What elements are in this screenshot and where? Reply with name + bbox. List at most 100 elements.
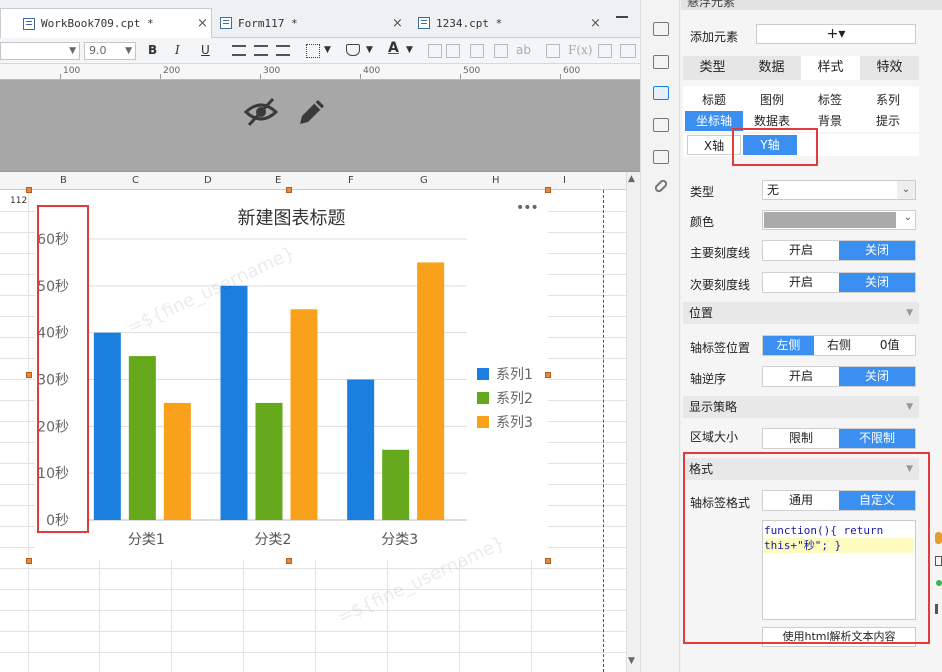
chart-menu-icon[interactable]: ••• [516, 200, 539, 216]
subtab-series[interactable]: 系列 [859, 90, 917, 110]
tab-1234[interactable]: 1234.cpt * × [412, 8, 608, 38]
text-format-icon[interactable] [494, 44, 508, 58]
edit-pencil-icon[interactable] [296, 96, 328, 128]
tray-icon[interactable] [935, 532, 942, 544]
tray-icon[interactable] [935, 556, 942, 566]
section-title: 位置 [689, 306, 714, 320]
align-left-icon[interactable] [232, 45, 246, 56]
chevron-down-icon[interactable]: ▼ [366, 45, 373, 55]
insert-row-icon[interactable] [428, 44, 442, 58]
pos-zero[interactable]: 0值 [864, 336, 915, 355]
vertical-scrollbar[interactable]: ▲ ▼ [626, 172, 640, 672]
chevron-down-icon[interactable]: ▼ [324, 45, 331, 55]
resize-handle[interactable] [26, 558, 32, 564]
fill-color-icon[interactable] [346, 44, 360, 56]
italic-button[interactable]: I [175, 43, 180, 57]
align-right-icon[interactable] [276, 45, 290, 56]
insert-chart-icon[interactable] [546, 44, 560, 58]
subtab-label[interactable]: 标签 [801, 90, 859, 110]
float-element-icon[interactable] [653, 86, 669, 100]
insert-col-icon[interactable] [446, 44, 460, 58]
minor-tick-label: 次要刻度线 [690, 278, 751, 292]
close-icon[interactable]: × [590, 16, 601, 31]
bold-button[interactable]: B [148, 43, 157, 57]
tab-effect[interactable]: 特效 [860, 56, 919, 80]
collapse-icon: ▼ [906, 308, 913, 318]
font-family-select[interactable]: ▼ [0, 42, 80, 60]
formula-button[interactable]: F(x) [568, 43, 592, 57]
major-tick-toggle[interactable]: 开启 关闭 [762, 240, 916, 261]
column-label: F [348, 175, 354, 186]
area-size-toggle[interactable]: 限制 不限制 [762, 428, 916, 449]
tab-form117[interactable]: Form117 * × [214, 8, 410, 38]
chart-container[interactable]: 0秒 10秒 20秒 30秒 40秒 50秒 60秒 分类1 分类2 分类3 系列1 系列2 系列3… [35, 190, 548, 560]
chevron-down-icon[interactable]: ▼ [406, 45, 413, 55]
bar-系列2-分类3 [382, 449, 410, 520]
color-picker[interactable]: ⌄ [762, 210, 916, 230]
resize-handle[interactable] [545, 558, 551, 564]
legend-swatch [477, 416, 489, 428]
subtab-title[interactable]: 标题 [685, 90, 743, 110]
font-color-button[interactable]: A [388, 40, 399, 56]
volume-icon[interactable] [935, 604, 942, 614]
close-icon[interactable]: × [197, 16, 208, 31]
widget-icon[interactable] [653, 118, 669, 132]
add-element-button[interactable]: +▾ [756, 24, 916, 44]
resize-handle[interactable] [286, 558, 292, 564]
position-section[interactable]: 位置 ▼ [683, 302, 919, 324]
axis-reverse-label: 轴逆序 [690, 372, 727, 386]
tab-menu-icon[interactable] [616, 16, 628, 26]
reverse-on[interactable]: 开启 [763, 367, 839, 386]
reverse-off[interactable]: 关闭 [839, 367, 915, 386]
align-center-icon[interactable] [254, 45, 268, 56]
area-no-limit[interactable]: 不限制 [839, 429, 915, 448]
tab-style[interactable]: 样式 [801, 56, 860, 80]
tab-workbook709[interactable]: WorkBook709.cpt * × [0, 8, 212, 38]
type-select[interactable]: 无 ⌄ [762, 180, 916, 200]
resize-handle[interactable] [26, 187, 32, 193]
area-limit[interactable]: 限制 [763, 429, 839, 448]
scroll-up-icon[interactable]: ▲ [628, 174, 635, 184]
hide-eye-icon[interactable] [243, 96, 279, 128]
bar-系列3-分类1 [163, 402, 191, 520]
tray-icon[interactable] [936, 580, 942, 586]
resize-handle[interactable] [545, 187, 551, 193]
resize-handle[interactable] [26, 372, 32, 378]
font-size-select[interactable]: 9.0 ▼ [84, 42, 136, 60]
insert-image-icon[interactable] [598, 44, 612, 58]
bar-系列3-分类2 [290, 309, 318, 520]
subtab-legend[interactable]: 图例 [743, 90, 801, 110]
merge-cells-icon[interactable] [470, 44, 484, 58]
close-icon[interactable]: × [392, 16, 403, 31]
pos-right[interactable]: 右侧 [814, 336, 865, 355]
bar-系列3-分类3 [417, 262, 445, 520]
annotation-box [683, 452, 930, 644]
major-tick-off[interactable]: 关闭 [839, 241, 915, 260]
condition-icon[interactable] [653, 150, 669, 164]
tab-data[interactable]: 数据 [742, 56, 801, 80]
axis-reverse-toggle[interactable]: 开启 关闭 [762, 366, 916, 387]
axis-label-pos-toggle[interactable]: 左侧 右侧 0值 [762, 335, 916, 356]
border-icon[interactable] [306, 44, 320, 58]
cell-attr-icon[interactable] [653, 22, 669, 36]
subtab-tooltip[interactable]: 提示 [859, 111, 917, 131]
section-title: 显示策略 [689, 400, 738, 414]
tab-type[interactable]: 类型 [683, 56, 742, 80]
report-attr-icon[interactable] [653, 55, 669, 69]
resize-handle[interactable] [286, 187, 292, 193]
insert-slide-icon[interactable] [620, 44, 636, 58]
bar-系列2-分类2 [255, 402, 283, 520]
text-ab-button[interactable]: ab [516, 43, 531, 57]
minor-tick-off[interactable]: 关闭 [839, 273, 915, 292]
display-section[interactable]: 显示策略 ▼ [683, 396, 919, 418]
scroll-down-icon[interactable]: ▼ [628, 656, 635, 666]
link-icon[interactable] [653, 178, 669, 194]
minor-tick-toggle[interactable]: 开启 关闭 [762, 272, 916, 293]
minor-tick-on[interactable]: 开启 [763, 273, 839, 292]
pos-left[interactable]: 左侧 [763, 336, 814, 355]
tab-title: Form117 * [238, 16, 298, 30]
underline-button[interactable]: U [201, 43, 210, 57]
major-tick-on[interactable]: 开启 [763, 241, 839, 260]
legend-label: 系列3 [496, 415, 533, 431]
resize-handle[interactable] [545, 372, 551, 378]
